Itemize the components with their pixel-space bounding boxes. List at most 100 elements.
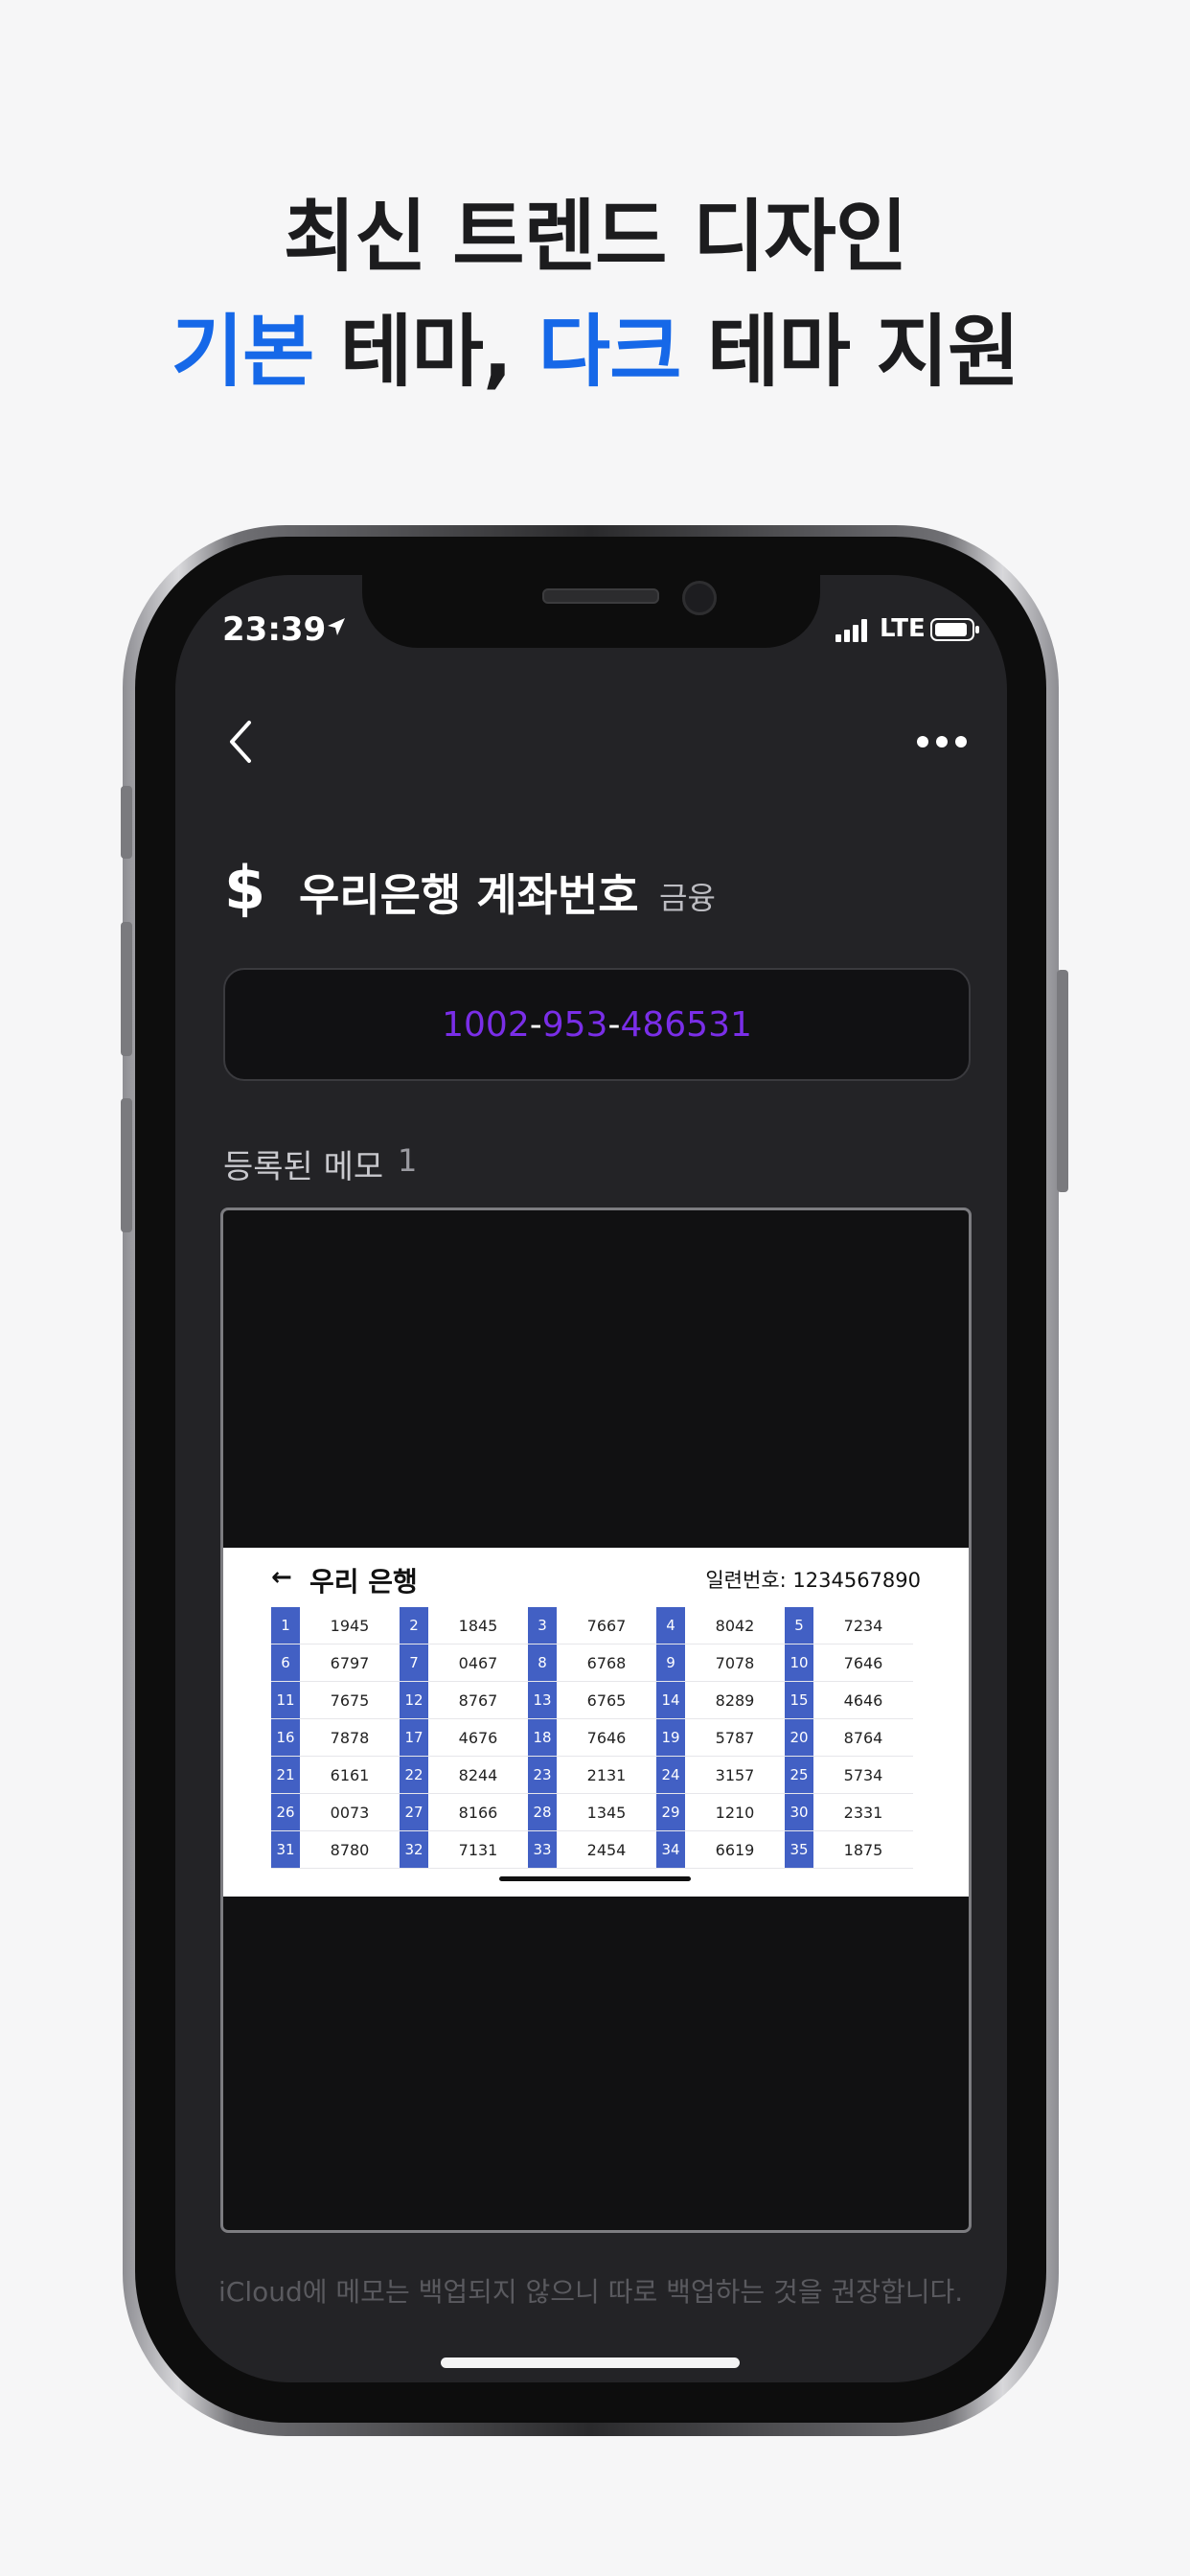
grid-index: 11	[271, 1682, 300, 1718]
grid-code: 2454	[586, 1840, 627, 1859]
account-separator: -	[529, 1004, 542, 1045]
grid-code: 7667	[586, 1616, 627, 1635]
grid-row: 1 1945 2 1845 3 7667 4 8042 5 7234	[271, 1607, 913, 1644]
grid-index: 9	[656, 1644, 685, 1681]
headline-theme-text-1: 테마,	[313, 307, 538, 398]
grid-code: 1945	[330, 1616, 370, 1635]
grid-cell: 8 6768	[528, 1644, 656, 1681]
memo-label: 등록된 메모	[223, 1148, 384, 1186]
chevron-left-icon[interactable]	[222, 715, 261, 769]
headline-basic-theme: 기본	[171, 307, 315, 398]
grid-index: 24	[656, 1757, 685, 1793]
grid-cell: 20 8764	[785, 1719, 913, 1756]
grid-index: 31	[271, 1831, 300, 1868]
grid-code: 8289	[715, 1690, 755, 1710]
grid-index: 19	[656, 1719, 685, 1756]
headline-line-2: 기본 테마, 다크 테마 지원	[0, 288, 1190, 402]
grid-cell: 21 6161	[271, 1757, 400, 1793]
grid-code: 7131	[458, 1840, 498, 1859]
grid-index: 7	[400, 1644, 428, 1681]
grid-cell: 2 1845	[400, 1607, 528, 1644]
grid-cell: 5 7234	[785, 1607, 913, 1644]
headline-theme-text-2: 테마 지원	[680, 307, 1019, 398]
grid-code: 4676	[458, 1728, 498, 1747]
grid-index: 21	[271, 1757, 300, 1793]
grid-cell: 10 7646	[785, 1644, 913, 1681]
grid-index: 22	[400, 1757, 428, 1793]
grid-cell: 3 7667	[528, 1607, 656, 1644]
grid-cell: 4 8042	[656, 1607, 785, 1644]
grid-code: 7878	[330, 1728, 370, 1747]
grid-index: 4	[656, 1607, 685, 1644]
battery-icon	[930, 618, 979, 641]
grid-index: 6	[271, 1644, 300, 1681]
headline-dark-theme: 다크	[538, 307, 682, 398]
grid-index: 26	[271, 1794, 300, 1830]
grid-cell: 32 7131	[400, 1831, 528, 1868]
grid-code: 6765	[586, 1690, 627, 1710]
grid-code: 0467	[458, 1653, 498, 1672]
grid-code: 1210	[715, 1803, 755, 1822]
speaker	[542, 588, 659, 604]
grid-index: 33	[528, 1831, 557, 1868]
grid-code: 0073	[330, 1803, 370, 1822]
grid-index: 12	[400, 1682, 428, 1718]
grid-index: 35	[785, 1831, 813, 1868]
grid-code: 8767	[458, 1690, 498, 1710]
grid-code: 8244	[458, 1765, 498, 1784]
grid-cell: 30 2331	[785, 1794, 913, 1830]
grid-index: 13	[528, 1682, 557, 1718]
power-button	[1057, 970, 1068, 1192]
card-back-arrow: ←	[271, 1563, 292, 1592]
grid-code: 7675	[330, 1690, 370, 1710]
grid-index: 25	[785, 1757, 813, 1793]
grid-cell: 17 4676	[400, 1719, 528, 1756]
grid-cell: 11 7675	[271, 1682, 400, 1718]
grid-index: 3	[528, 1607, 557, 1644]
grid-index: 30	[785, 1794, 813, 1830]
account-number-box[interactable]: 1002-953-486531	[223, 968, 971, 1081]
more-horizontal-icon[interactable]	[915, 732, 969, 751]
silent-switch	[121, 786, 132, 859]
grid-cell: 24 3157	[656, 1757, 785, 1793]
grid-index: 8	[528, 1644, 557, 1681]
grid-cell: 35 1875	[785, 1831, 913, 1868]
grid-cell: 1 1945	[271, 1607, 400, 1644]
grid-cell: 18 7646	[528, 1719, 656, 1756]
grid-code: 7078	[715, 1653, 755, 1672]
grid-code: 5787	[715, 1728, 755, 1747]
grid-code: 6797	[330, 1653, 370, 1672]
grid-code: 8042	[715, 1616, 755, 1635]
grid-cell: 34 6619	[656, 1831, 785, 1868]
headline-line-1: 최신 트렌드 디자인	[283, 192, 908, 283]
grid-cell: 16 7878	[271, 1719, 400, 1756]
grid-code: 1875	[843, 1840, 883, 1859]
grid-index: 34	[656, 1831, 685, 1868]
grid-cell: 22 8244	[400, 1757, 528, 1793]
home-indicator[interactable]	[441, 2358, 740, 2368]
grid-index: 2	[400, 1607, 428, 1644]
grid-cell: 23 2131	[528, 1757, 656, 1793]
grid-code: 6619	[715, 1840, 755, 1859]
grid-cell: 7 0467	[400, 1644, 528, 1681]
dollar-icon: $	[224, 853, 266, 923]
security-code-grid: 1 1945 2 1845 3 7667 4 8042 5 7234 6 6797 7 0467 8 6768…	[271, 1607, 913, 1869]
grid-code: 2131	[586, 1765, 627, 1784]
grid-code: 2331	[843, 1803, 883, 1822]
grid-row: 26 0073 27 8166 28 1345 29 1210 30 2331	[271, 1794, 913, 1831]
grid-index: 17	[400, 1719, 428, 1756]
grid-code: 6768	[586, 1653, 627, 1672]
grid-code: 7234	[843, 1616, 883, 1635]
volume-up-button	[121, 922, 132, 1056]
grid-index: 20	[785, 1719, 813, 1756]
grid-cell: 14 8289	[656, 1682, 785, 1718]
grid-index: 1	[271, 1607, 300, 1644]
memo-count: 1	[398, 1142, 418, 1179]
network-type: LTE	[880, 614, 926, 643]
grid-row: 31 8780 32 7131 33 2454 34 6619 35 1875	[271, 1831, 913, 1869]
grid-index: 10	[785, 1644, 813, 1681]
account-part-2: 953	[541, 1004, 608, 1045]
grid-row: 21 6161 22 8244 23 2131 24 3157 25 5734	[271, 1757, 913, 1794]
memo-image[interactable]: ← 우리 은행 일련번호: 1234567890 1 1945 2 1845 3 7667…	[220, 1208, 972, 2233]
grid-code: 1345	[586, 1803, 627, 1822]
